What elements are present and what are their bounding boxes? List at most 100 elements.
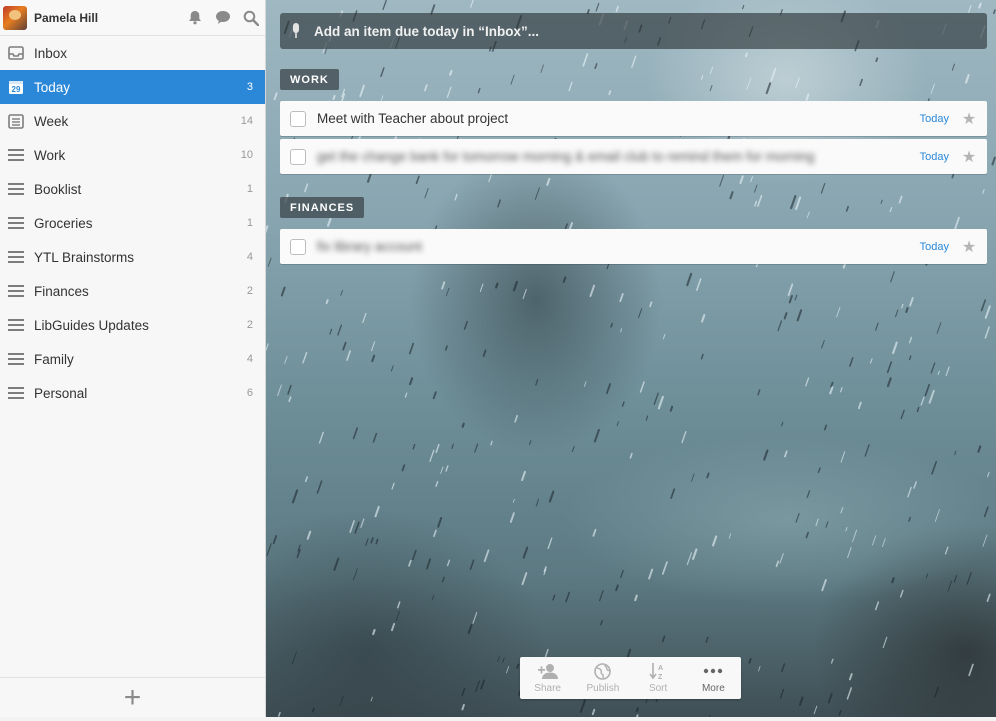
raindrop <box>433 529 437 538</box>
sidebar-item-label: Week <box>34 113 69 129</box>
raindrop <box>787 283 794 297</box>
raindrop <box>978 2 982 9</box>
star-icon[interactable]: ★ <box>959 147 979 167</box>
sidebar-item-groceries[interactable]: Groceries 1 <box>0 206 265 240</box>
raindrop <box>318 431 324 444</box>
task-checkbox[interactable] <box>290 238 306 255</box>
raindrop <box>352 427 359 440</box>
raindrop <box>365 538 369 546</box>
raindrop <box>907 486 912 498</box>
calendar-icon: 29 <box>8 79 24 95</box>
task-row[interactable]: Meet with Teacher about project Today ★ <box>280 101 987 136</box>
raindrop <box>916 406 920 413</box>
raindrop <box>709 84 713 92</box>
raindrop <box>510 74 515 85</box>
raindrop <box>937 370 940 375</box>
raindrop <box>830 658 834 664</box>
raindrop <box>895 309 899 318</box>
task-checkbox[interactable] <box>290 110 306 127</box>
user-name[interactable]: Pamela Hill <box>34 11 181 25</box>
speech-bubble-icon[interactable] <box>209 0 237 36</box>
raindrop <box>401 464 406 472</box>
publish-button[interactable]: Publish <box>575 657 630 699</box>
task-due-date: Today <box>919 150 949 163</box>
raindrop <box>951 63 955 71</box>
raindrop <box>920 396 925 406</box>
sidebar-item-personal[interactable]: Personal 6 <box>0 376 265 410</box>
sidebar-item-week[interactable]: Week 14 <box>0 104 265 138</box>
raindrop <box>396 601 401 609</box>
raindrop <box>463 320 468 330</box>
sidebar-item-family[interactable]: Family 4 <box>0 342 265 376</box>
bell-icon[interactable] <box>181 0 209 36</box>
section-heading-finances[interactable]: FINANCES <box>280 197 365 218</box>
raindrop <box>415 175 420 185</box>
task-checkbox[interactable] <box>290 148 306 165</box>
raindrop <box>340 289 343 296</box>
raindrop <box>540 64 544 73</box>
raindrop <box>497 656 500 662</box>
star-icon[interactable]: ★ <box>959 237 979 257</box>
raindrop <box>898 195 903 204</box>
sort-button[interactable]: AZ Sort <box>631 657 686 699</box>
raindrop <box>984 305 991 319</box>
raindrop <box>461 703 465 711</box>
add-list-button[interactable]: + <box>124 682 142 713</box>
section-heading-work[interactable]: WORK <box>280 69 339 90</box>
raindrop <box>451 443 454 450</box>
search-icon[interactable] <box>237 0 265 36</box>
microphone-icon[interactable] <box>291 23 301 39</box>
raindrop <box>341 88 346 98</box>
raindrop <box>852 529 858 542</box>
sidebar-item-ytl-brainstorms[interactable]: YTL Brainstorms 4 <box>0 240 265 274</box>
sidebar-item-inbox[interactable]: Inbox <box>0 36 265 70</box>
sidebar-item-count: 6 <box>246 387 253 399</box>
raindrop <box>404 392 408 398</box>
raindrop <box>332 94 336 101</box>
raindrop <box>424 84 428 92</box>
raindrop <box>461 687 466 697</box>
list-icon <box>8 385 24 401</box>
raindrop <box>366 173 372 183</box>
raindrop <box>595 2 600 12</box>
raindrop <box>535 498 540 507</box>
raindrop <box>477 87 481 94</box>
sidebar-item-work[interactable]: Work 10 <box>0 138 265 172</box>
sidebar-item-booklist[interactable]: Booklist 1 <box>0 172 265 206</box>
raindrop <box>329 328 333 335</box>
more-button[interactable]: More <box>686 657 741 699</box>
star-icon[interactable]: ★ <box>959 109 979 129</box>
share-button[interactable]: Share <box>520 657 575 699</box>
add-item-input[interactable] <box>314 23 914 39</box>
raindrop <box>266 343 269 351</box>
raindrop <box>600 620 603 626</box>
raindrop <box>934 509 940 522</box>
raindrop <box>333 557 340 571</box>
raindrop <box>686 552 692 566</box>
raindrop <box>638 308 643 319</box>
task-row[interactable]: get the change bank for tomorrow morning… <box>280 139 987 174</box>
raindrop <box>875 322 879 331</box>
raindrop <box>840 506 844 514</box>
raindrop <box>991 156 996 166</box>
task-title[interactable]: fix library account <box>317 239 920 254</box>
raindrop <box>488 173 493 183</box>
task-row[interactable]: fix library account Today ★ <box>280 229 987 264</box>
task-title[interactable]: Meet with Teacher about project <box>317 111 920 126</box>
add-item-bar[interactable] <box>280 13 987 49</box>
sidebar-item-today[interactable]: 29 Today 3 <box>0 70 265 104</box>
raindrop <box>830 381 834 388</box>
raindrop <box>649 301 653 308</box>
task-due-date: Today <box>919 112 949 125</box>
sidebar-item-finances[interactable]: Finances 2 <box>0 274 265 308</box>
sidebar-item-libguides-updates[interactable]: LibGuides Updates 2 <box>0 308 265 342</box>
raindrop <box>742 4 745 10</box>
raindrop <box>552 594 556 601</box>
task-title[interactable]: get the change bank for tomorrow morning… <box>317 149 920 164</box>
raindrop <box>470 0 474 8</box>
sidebar: Pamela Hill Inbox 29 Today 3 Week 14 Wor… <box>0 0 266 717</box>
raindrop <box>757 389 761 396</box>
raindrop <box>986 471 990 478</box>
avatar[interactable] <box>3 5 27 30</box>
sidebar-item-label: Booklist <box>34 181 82 197</box>
